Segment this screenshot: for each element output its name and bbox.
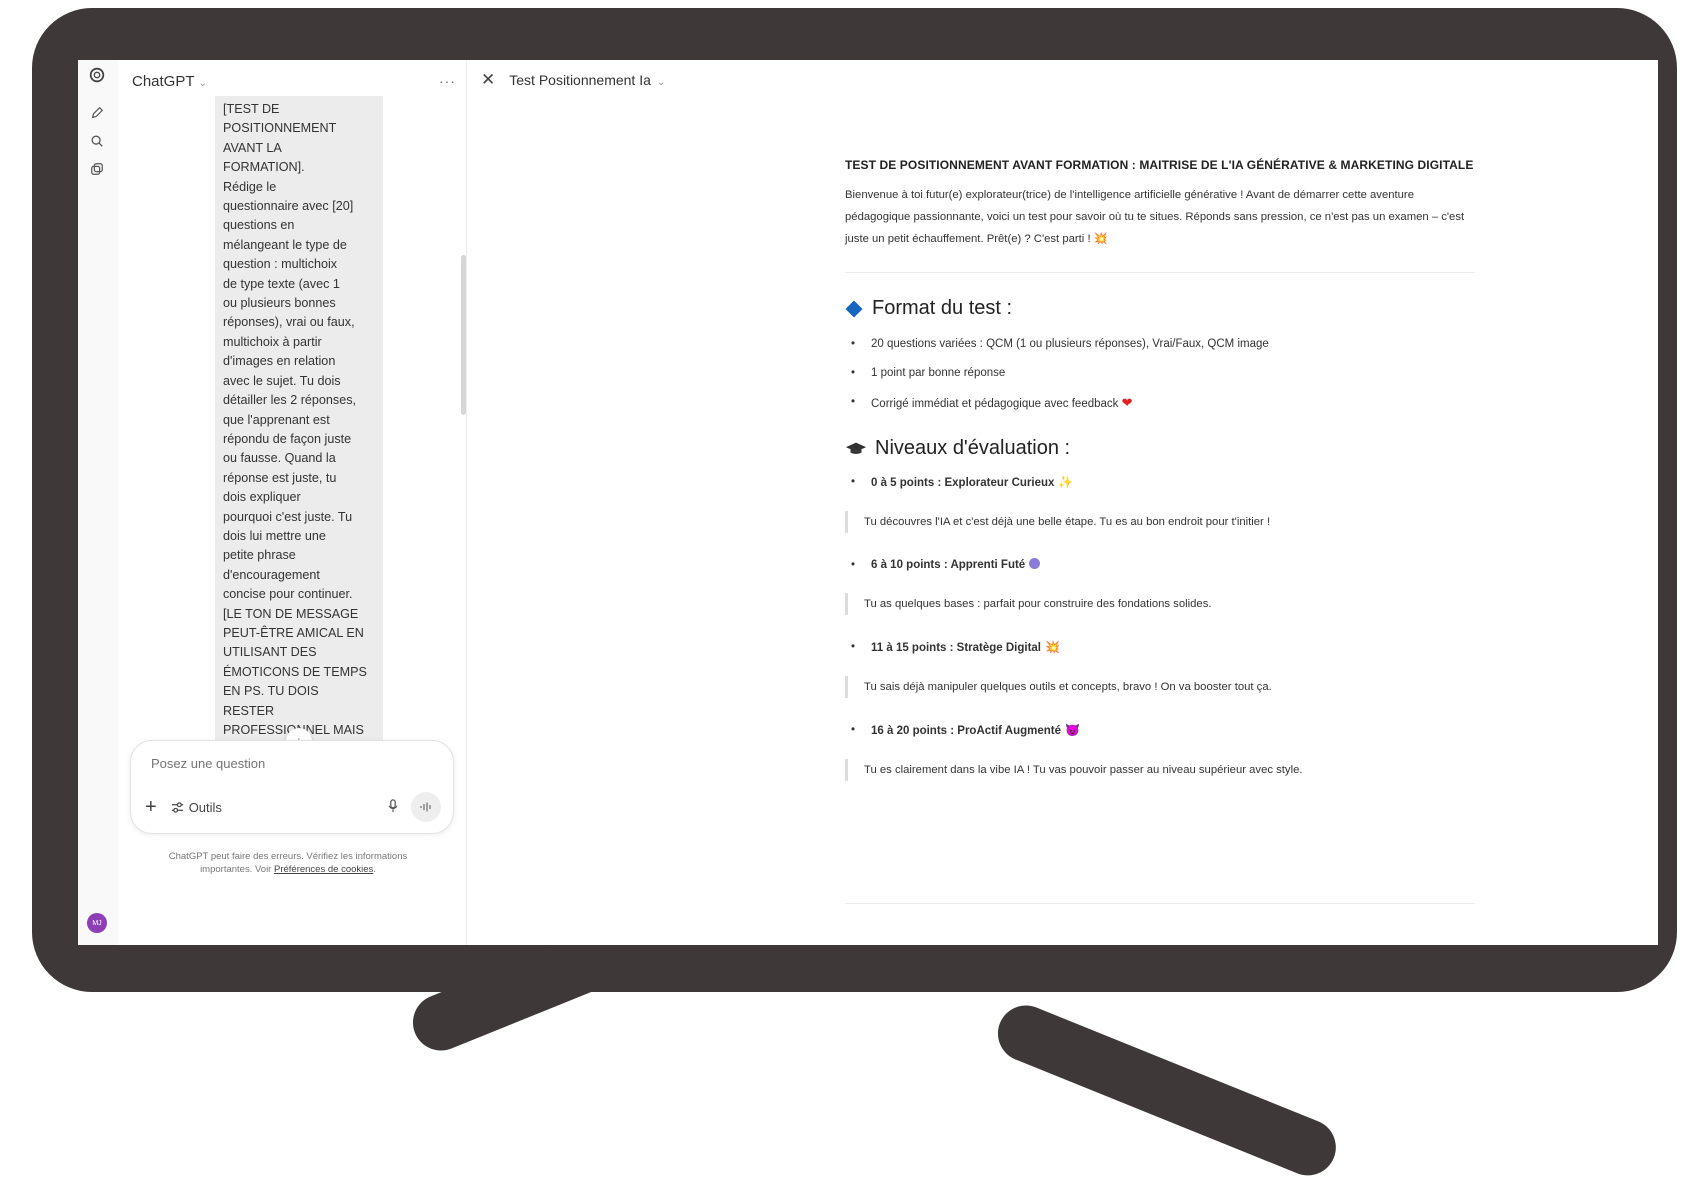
format-list: 20 questions variées : QCM (1 ou plusieu…	[845, 330, 1475, 419]
format-item-text: 1 point par bonne réponse	[871, 367, 1006, 379]
composer: + Outils	[130, 740, 454, 834]
canvas-header: ✕ Test Positionnement Ia ⌄	[481, 66, 665, 94]
model-selector[interactable]: ChatGPT ⌄	[132, 73, 207, 90]
level-description: Tu sais déjà manipuler quelques outils e…	[845, 676, 1475, 698]
more-horizontal-icon[interactable]: ···	[439, 73, 456, 89]
heart-icon: ❤	[1121, 395, 1133, 410]
tools-button[interactable]: Outils	[171, 800, 222, 815]
search-icon[interactable]	[86, 130, 108, 152]
divider	[845, 272, 1475, 273]
document-heading: TEST DE POSITIONNEMENT AVANT FORMATION :…	[845, 158, 1474, 172]
format-heading: Format du test :	[845, 297, 1475, 320]
disclaimer: ChatGPT peut faire des erreurs. Vérifiez…	[158, 850, 418, 876]
chat-panel: ChatGPT ⌄ ··· [TEST DE POSITIONNEMENT AVA…	[118, 60, 467, 945]
levels-title: Niveaux d'évaluation :	[875, 437, 1071, 459]
monitor-stand-right	[989, 997, 1345, 1184]
canvas-panel: ✕ Test Positionnement Ia ⌄ TEST DE POSITI…	[467, 60, 1658, 945]
divider	[845, 903, 1475, 904]
library-icon[interactable]	[86, 158, 108, 180]
user-message-text: [TEST DE POSITIONNEMENT AVANT LA FORMATI…	[223, 102, 367, 737]
level-item: 0 à 5 points : Explorateur Curieux✨	[845, 470, 1475, 495]
canvas-title-selector[interactable]: Test Positionnement Ia ⌄	[509, 72, 665, 88]
document-body: TEST DE POSITIONNEMENT AVANT FORMATION :…	[845, 158, 1475, 801]
disclaimer-period: .	[373, 864, 376, 875]
explosion-emoji-icon: 💥	[1093, 233, 1108, 245]
chat-panel-header: ChatGPT ⌄ ···	[132, 68, 456, 94]
level-item: 16 à 20 points : ProActif Augmenté 😈	[845, 718, 1475, 743]
level-label: 11 à 15 points : Stratège Digital	[871, 642, 1041, 654]
model-name: ChatGPT	[132, 72, 195, 90]
sparkles-icon: ✨	[1058, 475, 1074, 489]
cookie-preferences-link[interactable]: Préférences de cookies	[274, 864, 373, 875]
level-label: 16 à 20 points : ProActif Augmenté	[871, 725, 1061, 737]
plus-icon[interactable]: +	[145, 796, 157, 819]
left-rail: MJ	[78, 60, 118, 945]
intro-text: Bienvenue à toi futur(e) explorateur(tri…	[845, 189, 1465, 245]
tools-label: Outils	[188, 799, 222, 815]
scrollbar[interactable]	[461, 255, 466, 415]
format-item-text: Corrigé immédiat et pédagogique avec fee…	[871, 398, 1119, 410]
level-item: 11 à 15 points : Stratège Digital 💥	[845, 635, 1475, 660]
level-label: 6 à 10 points : Apprenti Futé	[871, 559, 1026, 571]
new-chat-icon[interactable]	[86, 102, 108, 124]
prompt-input[interactable]	[149, 755, 433, 772]
screen: MJ ChatGPT ⌄ ··· [TEST DE POSITIONNEMENT …	[78, 60, 1658, 945]
canvas-title: Test Positionnement Ia	[509, 72, 651, 88]
voice-mode-icon[interactable]	[411, 792, 441, 822]
format-item-text: 20 questions variées : QCM (1 ou plusieu…	[871, 338, 1269, 350]
blue-diamond-icon	[845, 300, 863, 317]
microphone-icon[interactable]	[387, 798, 399, 816]
level-description: Tu découvres l'IA et c'est déjà une bell…	[845, 511, 1475, 533]
crystal-ball-icon	[1029, 558, 1041, 569]
list-item: Corrigé immédiat et pédagogique avec fee…	[845, 388, 1475, 419]
level-label: 0 à 5 points : Explorateur Curieux	[871, 477, 1055, 489]
sliders-icon	[171, 801, 183, 813]
level-description: Tu es clairement dans la vibe IA ! Tu va…	[845, 759, 1475, 781]
explosion-emoji-icon: 💥	[1045, 640, 1060, 654]
user-message-bubble: [TEST DE POSITIONNEMENT AVANT LA FORMATI…	[215, 96, 383, 796]
graduation-cap-icon	[845, 442, 867, 454]
intro-paragraph: Bienvenue à toi futur(e) explorateur(tri…	[845, 184, 1475, 250]
devil-emoji-icon: 😈	[1065, 723, 1080, 737]
levels-heading: Niveaux d'évaluation :	[845, 437, 1475, 460]
list-item: 20 questions variées : QCM (1 ou plusieu…	[845, 330, 1475, 359]
level-item: 6 à 10 points : Apprenti Futé	[845, 553, 1475, 577]
list-item: 1 point par bonne réponse	[845, 359, 1475, 388]
format-title: Format du test :	[872, 297, 1013, 319]
chevron-down-icon: ⌄	[198, 77, 207, 89]
chevron-down-icon: ⌄	[656, 77, 666, 88]
level-description: Tu as quelques bases : parfait pour cons…	[845, 593, 1475, 615]
composer-toolbar: + Outils	[145, 792, 441, 822]
close-icon[interactable]: ✕	[481, 70, 495, 90]
openai-logo-icon[interactable]	[86, 64, 108, 86]
user-avatar[interactable]: MJ	[87, 913, 107, 933]
